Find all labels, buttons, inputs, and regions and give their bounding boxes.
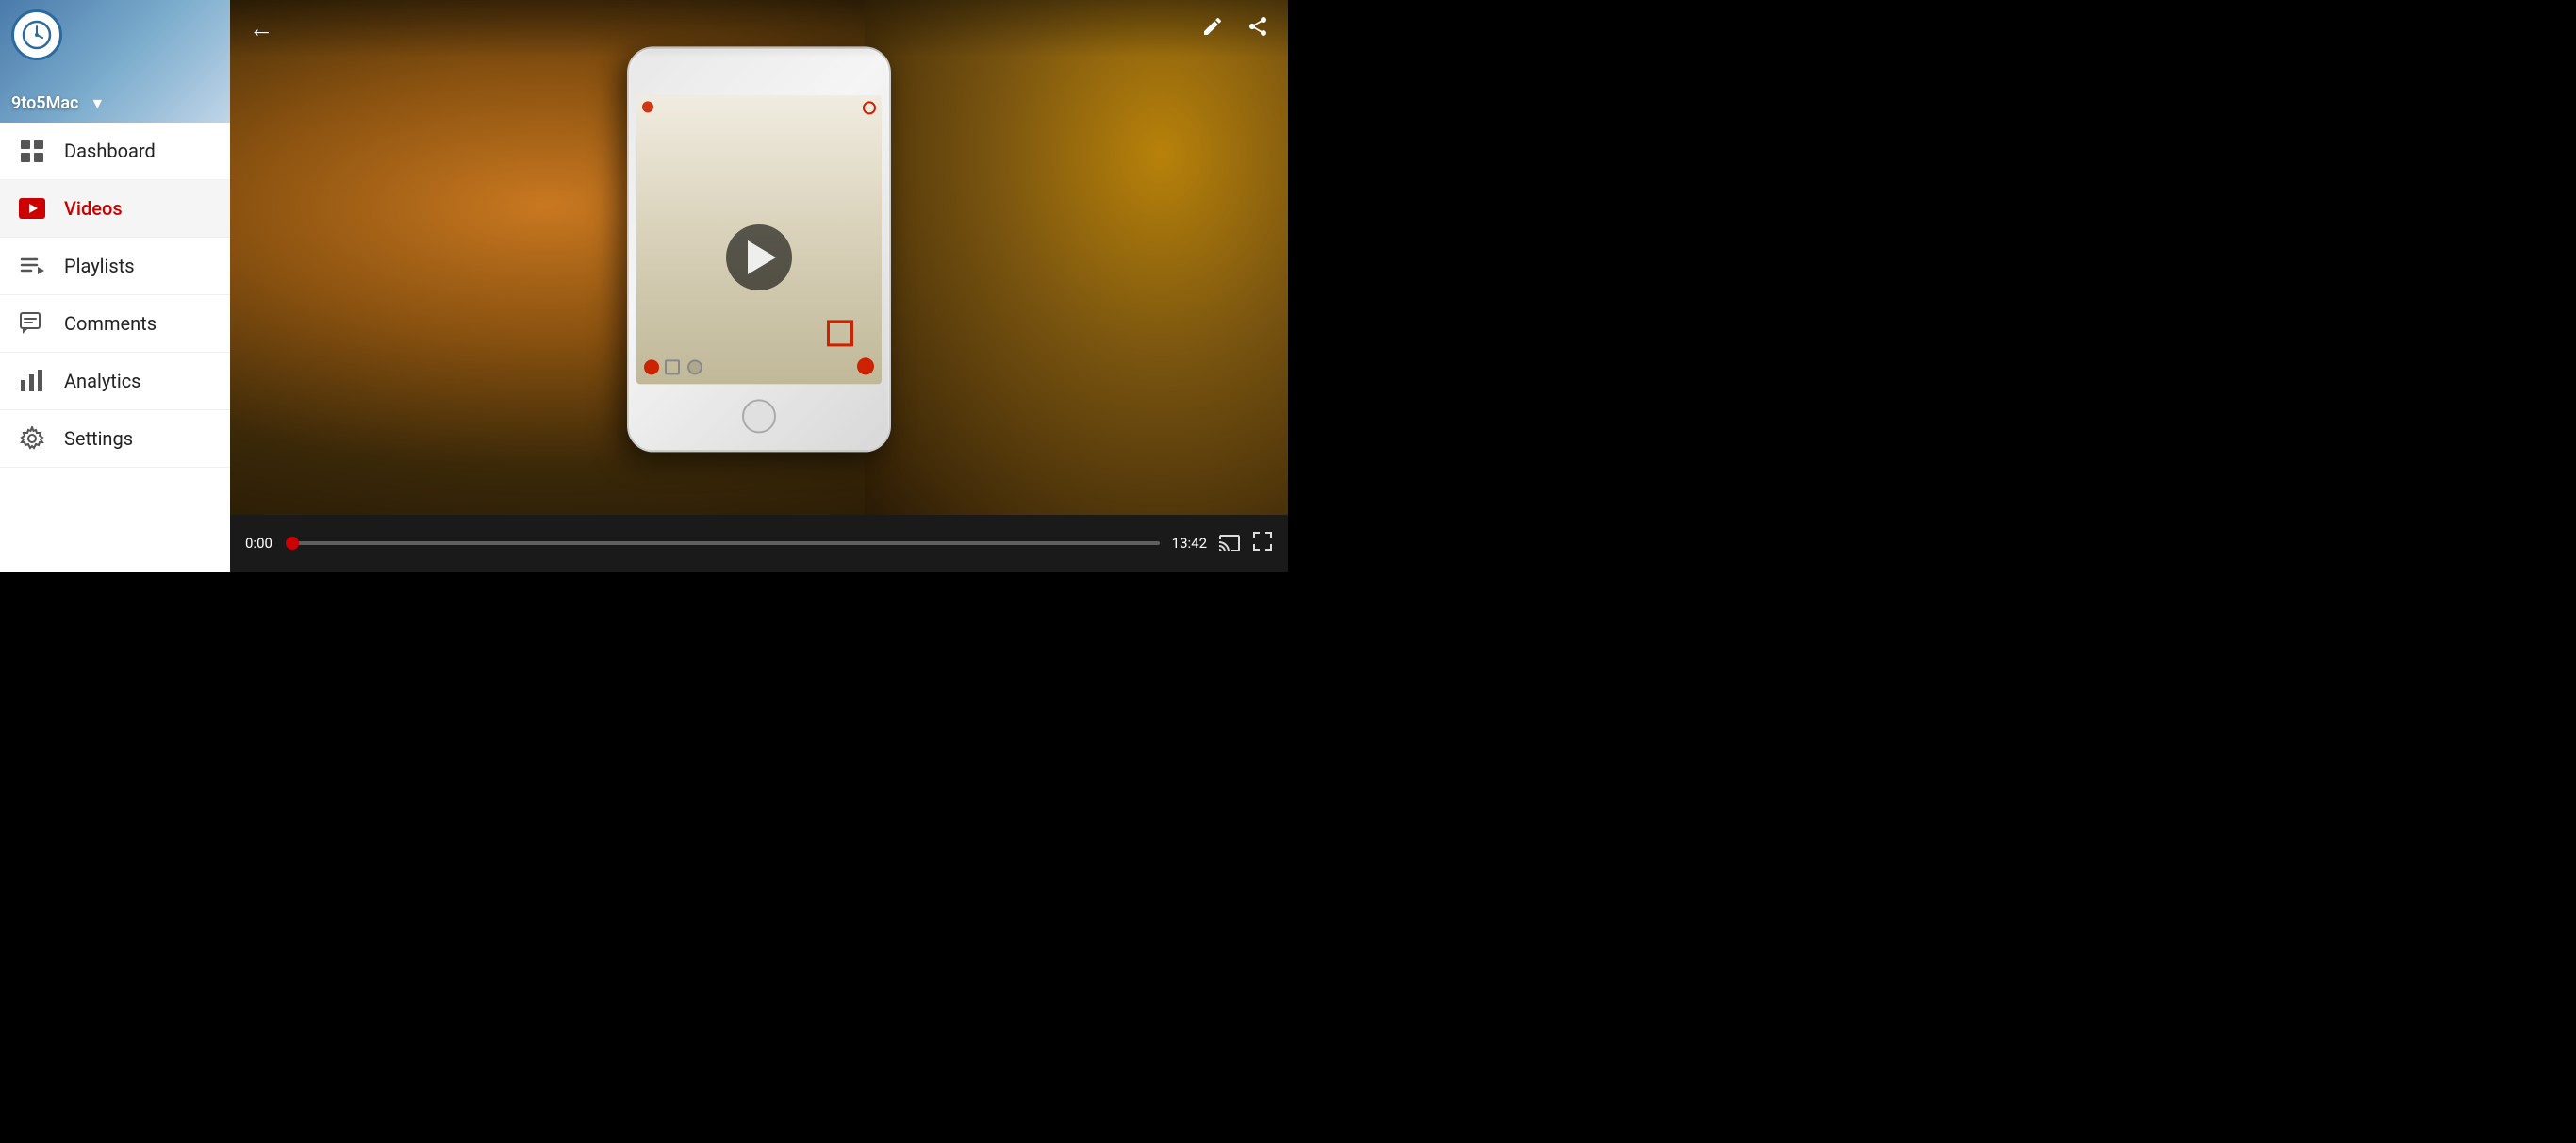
sidebar-item-comments[interactable]: Comments	[0, 295, 230, 353]
channel-logo	[11, 9, 62, 60]
video-background-right	[865, 0, 1288, 515]
settings-icon	[19, 425, 45, 452]
progress-dot	[286, 537, 299, 550]
play-button[interactable]	[726, 224, 792, 290]
sidebar-item-settings[interactable]: Settings	[0, 410, 230, 468]
videos-icon	[19, 195, 45, 222]
analytics-label: Analytics	[64, 370, 141, 392]
sidebar: 9to5Mac ▼ Dashboard	[0, 0, 230, 572]
playlists-label: Playlists	[64, 255, 135, 277]
edit-button[interactable]	[1201, 15, 1224, 42]
nav-list: Dashboard Videos Playlists	[0, 123, 230, 572]
play-triangle-icon	[748, 240, 776, 274]
channel-dropdown-arrow[interactable]: ▼	[90, 94, 105, 113]
time-total: 13:42	[1171, 535, 1207, 552]
channel-name-label: 9to5Mac	[11, 93, 78, 113]
video-area: ← 0:00 13:42	[230, 0, 1288, 572]
top-right-controls	[1201, 15, 1269, 42]
cast-button[interactable]	[1218, 532, 1241, 555]
channel-header[interactable]: 9to5Mac ▼	[0, 0, 230, 123]
sidebar-item-dashboard[interactable]: Dashboard	[0, 123, 230, 180]
channel-name-row[interactable]: 9to5Mac ▼	[11, 93, 219, 113]
settings-label: Settings	[64, 427, 133, 450]
comments-icon	[19, 310, 45, 337]
comments-label: Comments	[64, 312, 157, 335]
top-left-controls: ←	[249, 17, 273, 41]
sidebar-item-playlists[interactable]: Playlists	[0, 238, 230, 295]
time-current: 0:00	[245, 535, 281, 552]
dashboard-label: Dashboard	[64, 140, 156, 162]
videos-label: Videos	[64, 197, 123, 220]
video-top-controls: ←	[230, 0, 1288, 58]
analytics-icon	[19, 368, 45, 394]
fullscreen-button[interactable]	[1252, 531, 1273, 556]
sidebar-item-analytics[interactable]: Analytics	[0, 353, 230, 410]
back-button[interactable]: ←	[249, 17, 273, 41]
sidebar-item-videos[interactable]: Videos	[0, 180, 230, 238]
video-controls-bar: 0:00 13:42	[230, 515, 1288, 572]
playlists-icon	[19, 253, 45, 279]
share-button[interactable]	[1247, 15, 1269, 42]
dashboard-icon	[19, 138, 45, 164]
progress-bar[interactable]	[292, 541, 1160, 545]
phone-home-button	[742, 399, 776, 433]
video-frame[interactable]: ←	[230, 0, 1288, 515]
